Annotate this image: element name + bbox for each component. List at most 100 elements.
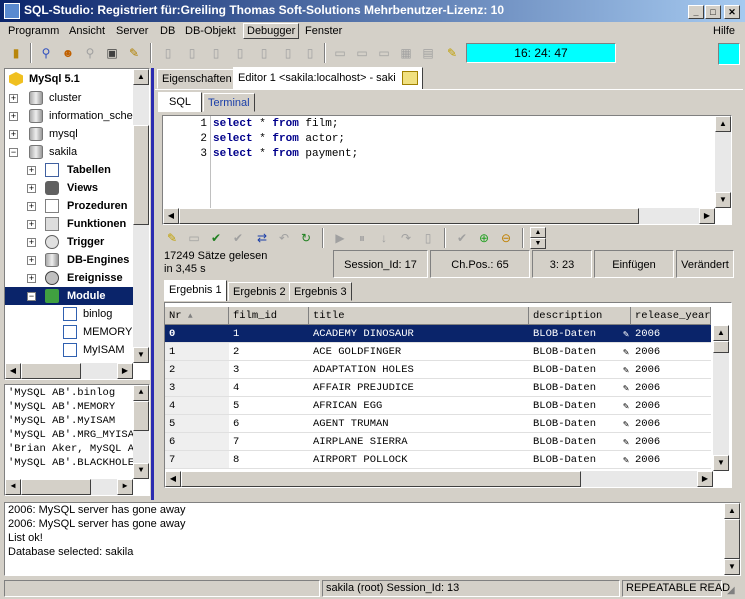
- tree-item-prozeduren[interactable]: + Prozeduren: [5, 197, 133, 215]
- menu-fenster[interactable]: Fenster: [305, 25, 342, 37]
- disconnect-icon[interactable]: ⚲: [80, 43, 100, 63]
- tree-item-db-engines[interactable]: + DB-Engines: [5, 251, 133, 269]
- scroll-up-icon[interactable]: ▲: [133, 69, 149, 85]
- tree-item-trigger[interactable]: + Trigger: [5, 233, 133, 251]
- tree-hscrollbar[interactable]: ◀ ▶: [5, 363, 133, 379]
- edit-blob-icon[interactable]: ✎: [623, 363, 629, 379]
- tree-item-funktionen[interactable]: + Funktionen: [5, 215, 133, 233]
- edit-blob-icon[interactable]: ✎: [623, 399, 629, 415]
- table-row[interactable]: 7 8 AIRPORT POLLOCK BLOB-Daten ✎ 2006: [165, 451, 711, 469]
- column-header-nr[interactable]: Nr ▲: [165, 307, 229, 325]
- menu-hilfe[interactable]: Hilfe: [713, 25, 735, 37]
- grid-hscrollbar[interactable]: ◀ ▶: [165, 471, 713, 487]
- scroll-thumb[interactable]: [181, 471, 581, 487]
- connect-icon[interactable]: ⚲: [36, 43, 56, 63]
- scroll-left-icon[interactable]: ◀: [5, 363, 21, 379]
- menu-debugger[interactable]: Debugger: [243, 23, 300, 39]
- breakpoint-icon[interactable]: ▯: [418, 228, 438, 248]
- column-header-film-id[interactable]: film_id: [229, 307, 309, 325]
- check-icon[interactable]: ✔: [206, 228, 226, 248]
- scroll-right-icon[interactable]: ▶: [697, 471, 713, 487]
- step-into-icon[interactable]: ↓: [374, 228, 394, 248]
- app-icon[interactable]: [4, 3, 20, 19]
- sql-doc-icon[interactable]: ▯: [300, 43, 320, 63]
- list-icon[interactable]: ▤: [418, 43, 438, 63]
- editor-vscrollbar[interactable]: ▲ ▼: [715, 116, 731, 208]
- new-query-icon[interactable]: ✎: [162, 228, 182, 248]
- tree-item-tabellen[interactable]: + Tabellen: [5, 161, 133, 179]
- tab-editor[interactable]: Editor 1 <sakila:localhost> - saki: [233, 67, 423, 89]
- minimize-button[interactable]: _: [688, 5, 704, 19]
- status-indicator[interactable]: [718, 43, 740, 65]
- table-row[interactable]: 3 4 AFFAIR PREJUDICE BLOB-Daten ✎ 2006: [165, 379, 711, 397]
- undo-icon[interactable]: ↶: [274, 228, 294, 248]
- tree-item-ereignisse[interactable]: + Ereignisse: [5, 269, 133, 287]
- users-icon[interactable]: ☻: [58, 43, 78, 63]
- scroll-up-icon[interactable]: ▲: [133, 385, 149, 401]
- scroll-left-icon[interactable]: ◀: [5, 479, 21, 495]
- menu-ansicht[interactable]: Ansicht: [69, 25, 105, 37]
- spin-up-icon[interactable]: ▲: [530, 227, 546, 238]
- scroll-down-icon[interactable]: ▼: [133, 463, 149, 479]
- script-doc-icon[interactable]: ▯: [278, 43, 298, 63]
- table-row[interactable]: 5 6 AGENT TRUMAN BLOB-Daten ✎ 2006: [165, 415, 711, 433]
- scroll-thumb[interactable]: [133, 401, 149, 431]
- table-row[interactable]: 4 5 AFRICAN EGG BLOB-Daten ✎ 2006: [165, 397, 711, 415]
- exit-icon[interactable]: ▮: [6, 43, 26, 63]
- scroll-down-icon[interactable]: ▼: [713, 455, 729, 471]
- scroll-up-icon[interactable]: ▲: [713, 325, 729, 341]
- edit-blob-icon[interactable]: ✎: [623, 435, 629, 451]
- splitter[interactable]: [151, 68, 154, 500]
- menu-programm[interactable]: Programm: [8, 25, 59, 37]
- check-disabled-icon[interactable]: ✔: [228, 228, 248, 248]
- tree-item-mysql[interactable]: + mysql: [5, 125, 133, 143]
- spin-down-icon[interactable]: ▼: [530, 238, 546, 249]
- scroll-left-icon[interactable]: ◀: [165, 471, 181, 487]
- cascade-icon[interactable]: ▭: [352, 43, 372, 63]
- scroll-thumb[interactable]: [21, 479, 91, 495]
- table-row[interactable]: 6 7 AIRPLANE SIERRA BLOB-Daten ✎ 2006: [165, 433, 711, 451]
- tab-ergebnis-2[interactable]: Ergebnis 2: [228, 282, 291, 301]
- step-over-icon[interactable]: ↷: [396, 228, 416, 248]
- doc-icon[interactable]: ▯: [158, 43, 178, 63]
- list-hscrollbar[interactable]: ◀ ▶: [5, 479, 133, 495]
- scroll-right-icon[interactable]: ▶: [117, 363, 133, 379]
- proc-doc-icon[interactable]: ▯: [230, 43, 250, 63]
- menu-db-objekt[interactable]: DB-Objekt: [185, 25, 236, 37]
- scroll-down-icon[interactable]: ▼: [715, 192, 731, 208]
- tree-item-cluster[interactable]: + cluster: [5, 89, 133, 107]
- table-row[interactable]: 1 2 ACE GOLDFINGER BLOB-Daten ✎ 2006: [165, 343, 711, 361]
- edit-blob-icon[interactable]: ✎: [623, 327, 629, 343]
- tab-ergebnis-1[interactable]: Ergebnis 1: [164, 280, 227, 301]
- tools-icon[interactable]: ✎: [124, 43, 144, 63]
- table-doc-icon[interactable]: ▯: [206, 43, 226, 63]
- transfer-icon[interactable]: ⇄: [252, 228, 272, 248]
- tree-vscrollbar[interactable]: ▲ ▼: [133, 69, 149, 363]
- scroll-thumb[interactable]: [21, 363, 81, 379]
- tab-ergebnis-3[interactable]: Ergebnis 3: [289, 282, 352, 301]
- scroll-up-icon[interactable]: ▲: [724, 503, 740, 519]
- sql-editor[interactable]: 1 2 3 select * from film; select * from …: [162, 115, 732, 225]
- edit-blob-icon[interactable]: ✎: [623, 345, 629, 361]
- refresh-icon[interactable]: ↻: [296, 228, 316, 248]
- delete-record-icon[interactable]: ⊖: [496, 228, 516, 248]
- table-row[interactable]: 0 1 ACADEMY DINOSAUR BLOB-Daten ✎ 2006: [165, 325, 711, 343]
- scroll-thumb[interactable]: [724, 519, 740, 559]
- tab-sql[interactable]: SQL: [158, 92, 203, 112]
- server-icon[interactable]: ▣: [102, 43, 122, 63]
- commit-icon[interactable]: ✔: [452, 228, 472, 248]
- tree-item-module[interactable]: − Module: [5, 287, 133, 305]
- report-doc-icon[interactable]: ▯: [254, 43, 274, 63]
- tab-terminal[interactable]: Terminal: [203, 93, 255, 112]
- column-header-description[interactable]: description: [529, 307, 631, 325]
- tree-item-myisam[interactable]: MyISAM: [5, 341, 133, 359]
- maximize-button[interactable]: □: [705, 5, 721, 19]
- tree-root[interactable]: MySql 5.1: [7, 70, 135, 88]
- table-row[interactable]: 2 3 ADAPTATION HOLES BLOB-Daten ✎ 2006: [165, 361, 711, 379]
- scroll-down-icon[interactable]: ▼: [133, 347, 149, 363]
- tab-eigenschaften[interactable]: Eigenschaften: [157, 69, 237, 89]
- log-vscrollbar[interactable]: ▲ ▼: [724, 503, 740, 575]
- close-button[interactable]: ✕: [724, 5, 740, 19]
- edit-blob-icon[interactable]: ✎: [623, 381, 629, 397]
- menu-db[interactable]: DB: [160, 25, 175, 37]
